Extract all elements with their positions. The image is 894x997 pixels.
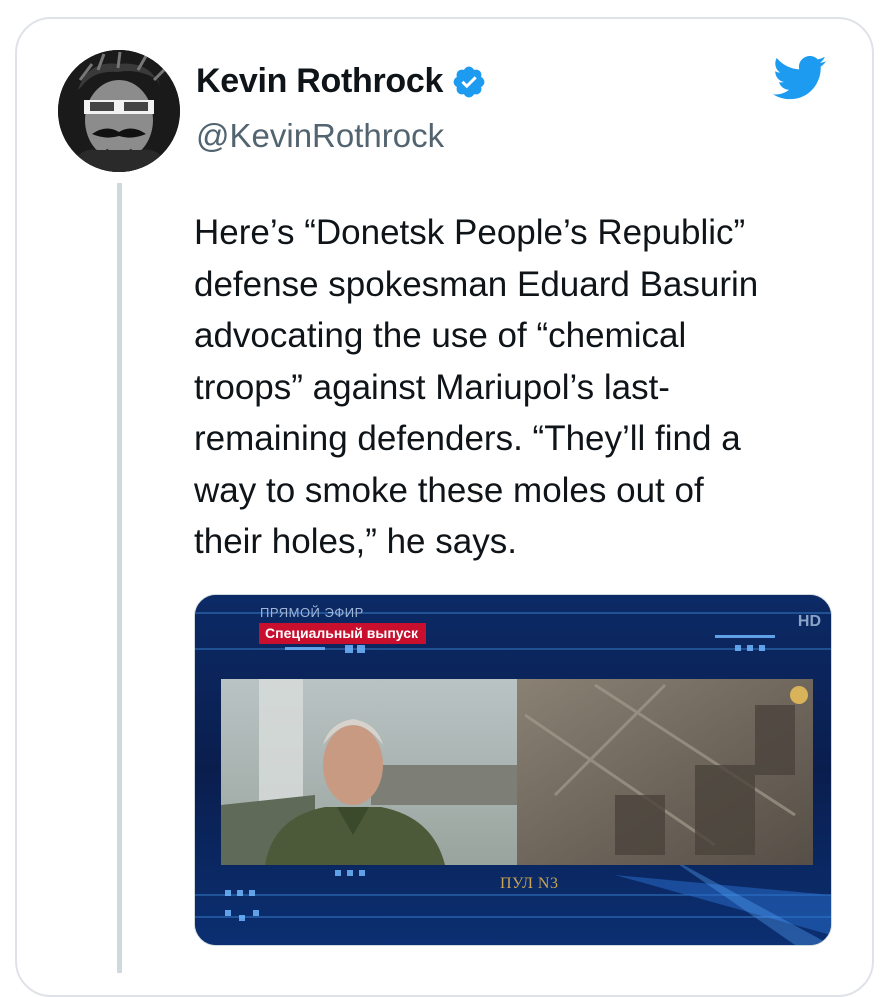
tweet-video[interactable]: ПРЯМОЙ ЭФИР Специальный выпуск HD ПУЛ N3 (194, 594, 832, 946)
author-name[interactable]: Kevin Rothrock (196, 62, 443, 101)
tweet-text: Here’s “Donetsk People’s Republic” defen… (194, 213, 759, 561)
author-handle[interactable]: @KevinRothrock (196, 117, 444, 155)
live-label: ПРЯМОЙ ЭФИР (260, 605, 364, 620)
thread-line (117, 183, 122, 973)
verified-badge-icon (453, 66, 485, 97)
author-avatar[interactable] (58, 50, 180, 172)
pool-label: ПУЛ N3 (500, 875, 559, 892)
author-header[interactable]: Kevin Rothrock (196, 62, 487, 101)
special-broadcast-label: Специальный выпуск (259, 623, 427, 644)
twitter-bird-icon[interactable] (770, 50, 830, 104)
avatar-image (58, 50, 180, 172)
hd-label: HD (797, 613, 821, 630)
